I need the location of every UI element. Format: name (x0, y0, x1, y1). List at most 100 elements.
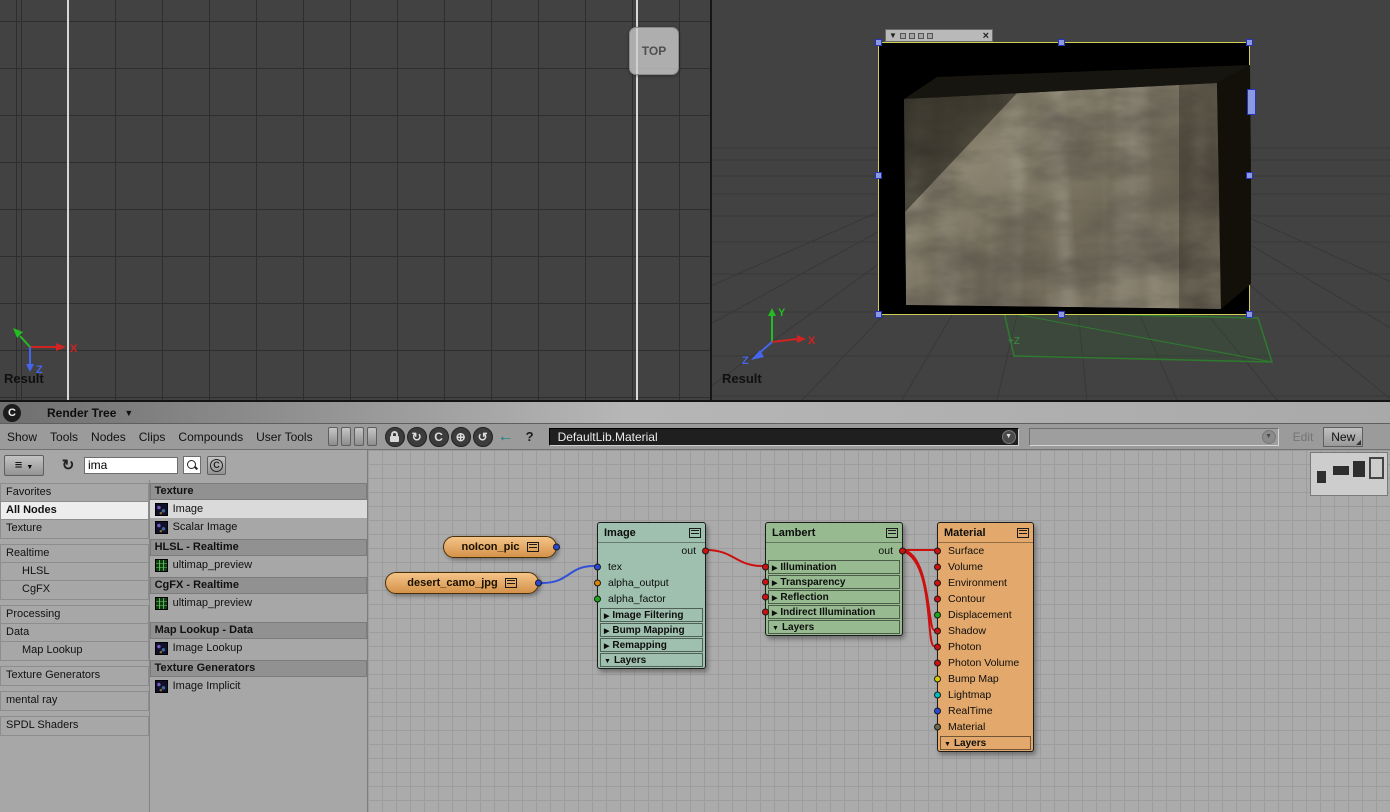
port-out[interactable]: out (766, 543, 906, 559)
port-realtime[interactable]: RealTime (934, 703, 1033, 719)
render-region-close-icon[interactable] (983, 30, 989, 42)
input-port-dot[interactable] (934, 595, 941, 603)
port-contour[interactable]: Contour (934, 591, 1033, 607)
render-region-handle[interactable] (875, 311, 882, 318)
menu-clips[interactable]: Clips (139, 430, 166, 444)
panel-title[interactable]: Render Tree (47, 406, 116, 420)
pane-layout-button[interactable] (366, 427, 377, 446)
pane-layout-button[interactable] (353, 427, 364, 446)
render-region-toolbar[interactable] (885, 29, 993, 42)
node-lambert[interactable]: Lambert out Illumination Transparency (762, 522, 906, 636)
section-image-filtering[interactable]: Image Filtering (600, 608, 703, 622)
list-view-button[interactable] (4, 454, 44, 476)
input-port-dot[interactable] (594, 563, 601, 571)
port-out[interactable]: out (598, 543, 709, 559)
render-region-handle[interactable] (1246, 311, 1253, 318)
section-remapping[interactable]: Remapping (600, 638, 703, 652)
node-menu-icon[interactable] (1017, 527, 1029, 538)
sidebar-item-texture[interactable]: Texture (1, 520, 148, 538)
section-layers[interactable]: Layers (768, 620, 900, 634)
node-image[interactable]: Image out tex alpha_output alpha_factor … (594, 522, 709, 669)
render-region-handle[interactable] (875, 172, 882, 179)
section-layers[interactable]: Layers (940, 736, 1031, 750)
input-port-dot[interactable] (762, 608, 769, 616)
render-region-option-box[interactable] (908, 32, 915, 39)
output-port-dot[interactable] (535, 579, 542, 587)
render-region-handle[interactable] (875, 39, 882, 46)
node-menu-icon[interactable] (526, 542, 539, 552)
material-selector[interactable]: DefaultLib.Material (548, 427, 1019, 446)
menu-nodes[interactable]: Nodes (91, 430, 126, 444)
search-button[interactable] (183, 456, 201, 474)
input-port-dot[interactable] (934, 547, 941, 555)
render-region-option-box[interactable] (926, 32, 933, 39)
node-menu-icon[interactable] (886, 527, 898, 538)
input-port-dot[interactable] (934, 563, 941, 571)
sidebar-item-data[interactable]: Data (1, 624, 148, 642)
sidebar-item-cgfx[interactable]: CgFX (1, 581, 148, 599)
input-port-dot[interactable] (762, 593, 769, 601)
chevron-down-icon[interactable] (1261, 429, 1276, 444)
render-region-handle[interactable] (1058, 311, 1065, 318)
render-region-handle[interactable] (1058, 39, 1065, 46)
port-volume[interactable]: Volume (934, 559, 1033, 575)
back-button[interactable] (495, 427, 517, 447)
menu-compounds[interactable]: Compounds (178, 430, 243, 444)
section-illumination[interactable]: Illumination (762, 560, 900, 574)
render-region-menu-icon[interactable] (889, 31, 897, 40)
port-tex[interactable]: tex (594, 559, 705, 575)
section-bump-mapping[interactable]: Bump Mapping (600, 623, 703, 637)
sidebar-item-all-nodes[interactable]: All Nodes (1, 502, 148, 520)
node-desert-camo-jpg[interactable]: desert_camo_jpg (385, 572, 542, 594)
shader-item-scalar-image[interactable]: Scalar Image (150, 518, 367, 536)
port-surface[interactable]: Surface (934, 543, 1033, 559)
sidebar-item-hlsl[interactable]: HLSL (1, 563, 148, 581)
viewport-perspective[interactable]: +Z ▼ × Y X Z Result (712, 0, 1390, 400)
section-reflection[interactable]: Reflection (762, 590, 900, 604)
section-layers[interactable]: Layers (600, 653, 703, 667)
help-button[interactable]: ? (519, 427, 541, 447)
input-port-dot[interactable] (594, 579, 601, 587)
output-port-dot[interactable] (702, 547, 709, 555)
refresh-list-button[interactable] (58, 455, 78, 475)
section-transparency[interactable]: Transparency (762, 575, 900, 589)
port-photon[interactable]: Photon (934, 639, 1033, 655)
input-port-dot[interactable] (594, 595, 601, 603)
port-photon-volume[interactable]: Photon Volume (934, 655, 1033, 671)
sidebar-item-realtime[interactable]: Realtime (1, 545, 148, 563)
node-noicon-pic[interactable]: noIcon_pic (443, 536, 560, 558)
shader-item-image-lookup[interactable]: Image Lookup (150, 639, 367, 657)
input-port-dot[interactable] (934, 611, 941, 619)
shader-item-image[interactable]: Image (149, 500, 367, 518)
output-port-dot[interactable] (553, 543, 560, 551)
render-region-option-box[interactable] (899, 32, 906, 39)
refresh-button[interactable] (406, 426, 427, 447)
secondary-selector[interactable] (1028, 427, 1279, 446)
port-environment[interactable]: Environment (934, 575, 1033, 591)
chevron-down-icon[interactable] (1001, 429, 1016, 444)
region-c-button[interactable]: C (428, 426, 449, 447)
port-shadow[interactable]: Shadow (934, 623, 1033, 639)
sidebar-item-map-lookup[interactable]: Map Lookup (1, 642, 148, 660)
shader-item-ultimap-preview-cgfx[interactable]: ultimap_preview (150, 594, 367, 612)
panel-title-dropdown-icon[interactable] (124, 408, 133, 418)
render-region-handle[interactable] (1246, 172, 1253, 179)
globe-button[interactable] (450, 426, 471, 447)
input-port-dot[interactable] (762, 563, 769, 571)
input-port-dot[interactable] (934, 723, 941, 731)
input-port-dot[interactable] (934, 707, 941, 715)
port-alpha-output[interactable]: alpha_output (594, 575, 705, 591)
port-material[interactable]: Material (934, 719, 1033, 735)
pane-layout-button[interactable] (340, 427, 351, 446)
port-alpha-factor[interactable]: alpha_factor (594, 591, 705, 607)
sidebar-item-processing[interactable]: Processing (1, 606, 148, 624)
lock-button[interactable] (384, 426, 405, 447)
input-port-dot[interactable] (934, 675, 941, 683)
output-port-dot[interactable] (899, 547, 906, 555)
render-region[interactable] (875, 29, 1256, 318)
port-displacement[interactable]: Displacement (934, 607, 1033, 623)
menu-tools[interactable]: Tools (50, 430, 78, 444)
input-port-dot[interactable] (934, 643, 941, 651)
render-region-handle[interactable] (1247, 89, 1256, 115)
section-indirect-illumination[interactable]: Indirect Illumination (762, 605, 900, 619)
